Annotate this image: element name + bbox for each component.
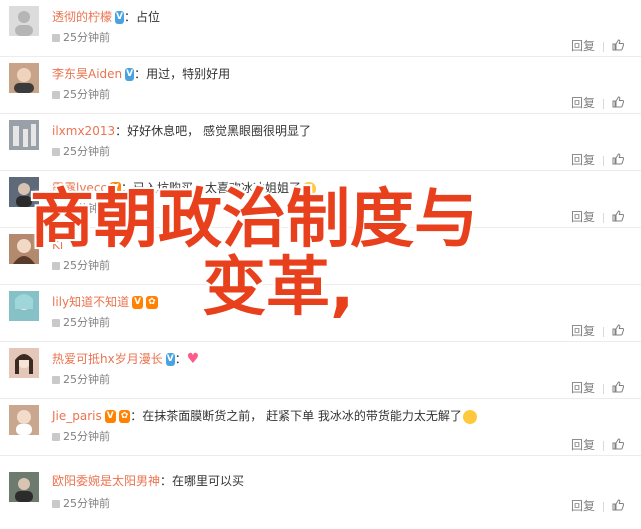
comment-item: 透彻的柠檬 V：占位 25分钟前 回复 bbox=[0, 0, 641, 57]
avatar[interactable] bbox=[9, 120, 39, 150]
device-icon bbox=[52, 500, 60, 508]
overlay-title: 商朝政治制度与 变革, bbox=[30, 185, 630, 323]
timestamp: 25分钟前 bbox=[63, 497, 110, 510]
comment-time: 25分钟前 bbox=[52, 496, 110, 512]
comment-text: 用过，特别好用 bbox=[146, 67, 231, 81]
reply-button[interactable]: 回复 bbox=[571, 499, 595, 513]
comment-text: 占位 bbox=[136, 10, 161, 24]
comment-actions: 回复 bbox=[571, 498, 628, 514]
reply-button[interactable]: 回复 bbox=[571, 153, 595, 167]
reply-button[interactable]: 回复 bbox=[571, 438, 595, 452]
comment-item: 热爱可抵hx岁月漫长 V：♥ 25分钟前 回复 bbox=[0, 342, 641, 399]
comment-actions: 回复 bbox=[571, 152, 628, 168]
comment-text: 在抹茶面膜断货之前， 赶紧下单 我冰冰的带货能力太无解了 bbox=[142, 409, 462, 423]
comment-header: ilxmx2013：好好休息吧， 感觉黑眼圈很明显了 bbox=[52, 122, 635, 140]
reply-button[interactable]: 回复 bbox=[571, 324, 595, 338]
reply-button[interactable]: 回复 bbox=[571, 381, 595, 395]
divider bbox=[603, 383, 604, 394]
timestamp: 25分钟前 bbox=[63, 88, 110, 101]
comment-actions: 回复 bbox=[571, 95, 628, 111]
comment-item: ilxmx2013：好好休息吧， 感觉黑眼圈很明显了 25分钟前 回复 bbox=[0, 114, 641, 171]
verified-badge: V bbox=[115, 11, 124, 24]
colon: ： bbox=[134, 67, 147, 81]
device-icon bbox=[52, 376, 60, 384]
colon: ： bbox=[174, 352, 187, 366]
comment-header: 热爱可抵hx岁月漫长 V：♥ bbox=[52, 350, 635, 368]
timestamp: 25分钟前 bbox=[63, 145, 110, 158]
device-icon bbox=[52, 34, 60, 42]
comment-time: 25分钟前 bbox=[52, 30, 110, 46]
comment-header: 欧阳委婉是太阳男神：在哪里可以买 bbox=[52, 472, 635, 490]
username-link[interactable]: ilxmx2013 bbox=[52, 124, 115, 138]
comment-actions: 回复 bbox=[571, 323, 628, 339]
like-icon[interactable] bbox=[612, 323, 625, 340]
comment-time: 25分钟前 bbox=[52, 372, 110, 388]
comment-header: 透彻的柠檬 V：占位 bbox=[52, 8, 635, 26]
comment-actions: 回复 bbox=[571, 437, 628, 453]
reply-button[interactable]: 回复 bbox=[571, 39, 595, 53]
divider bbox=[603, 501, 604, 512]
reply-button[interactable]: 回复 bbox=[571, 96, 595, 110]
device-icon bbox=[52, 433, 60, 441]
comment-item: 欧阳委婉是太阳男神：在哪里可以买 25分钟前 回复 bbox=[0, 456, 641, 529]
username-link[interactable]: 李东昊Aiden bbox=[52, 67, 122, 81]
divider bbox=[603, 155, 604, 166]
like-icon[interactable] bbox=[612, 152, 625, 169]
avatar[interactable] bbox=[9, 6, 39, 36]
timestamp: 25分钟前 bbox=[63, 31, 110, 44]
vip-badge: V bbox=[104, 410, 116, 423]
comment-header: 李东昊Aiden V：用过，特别好用 bbox=[52, 65, 635, 83]
overlay-title-line1: 商朝政治制度与 bbox=[30, 183, 478, 257]
colon: ： bbox=[115, 124, 128, 138]
comment-text: 好好休息吧， 感觉黑眼圈很明显了 bbox=[127, 124, 311, 138]
fan-badge: ✿ bbox=[118, 410, 131, 423]
like-icon[interactable] bbox=[612, 437, 625, 454]
username-link[interactable]: 热爱可抵hx岁月漫长 bbox=[52, 352, 163, 366]
device-icon bbox=[52, 91, 60, 99]
comment-time: 25分钟前 bbox=[52, 87, 110, 103]
comment-header: Jie_paris V ✿ ：在抹茶面膜断货之前， 赶紧下单 我冰冰的带货能力太无解了 bbox=[52, 407, 635, 425]
comment-time: 25分钟前 bbox=[52, 429, 110, 445]
divider bbox=[603, 98, 604, 109]
overlay-title-line2: 变革, bbox=[202, 251, 355, 325]
avatar[interactable] bbox=[9, 63, 39, 93]
avatar[interactable] bbox=[9, 348, 39, 378]
timestamp: 25分钟前 bbox=[63, 373, 110, 386]
divider bbox=[603, 41, 604, 52]
username-link[interactable]: Jie_paris bbox=[52, 409, 102, 423]
like-icon[interactable] bbox=[612, 498, 625, 515]
username-link[interactable]: 透彻的柠檬 bbox=[52, 10, 112, 24]
heart-emoji-icon: ♥ bbox=[186, 351, 200, 367]
comment-item: 李东昊Aiden V：用过，特别好用 25分钟前 回复 bbox=[0, 57, 641, 114]
divider bbox=[603, 326, 604, 337]
like-icon[interactable] bbox=[612, 38, 625, 55]
timestamp: 25分钟前 bbox=[63, 430, 110, 443]
smile-emoji-icon bbox=[462, 409, 477, 424]
verified-badge: V bbox=[165, 353, 175, 366]
verified-badge: V bbox=[125, 68, 135, 81]
avatar[interactable] bbox=[9, 405, 39, 435]
comment-actions: 回复 bbox=[571, 380, 628, 396]
comment-text: 在哪里可以买 bbox=[172, 474, 245, 488]
comment-actions: 回复 bbox=[571, 38, 628, 54]
username-link[interactable]: 欧阳委婉是太阳男神 bbox=[52, 474, 160, 488]
colon: ： bbox=[123, 10, 136, 24]
like-icon[interactable] bbox=[612, 380, 625, 397]
avatar[interactable] bbox=[9, 472, 39, 502]
like-icon[interactable] bbox=[612, 95, 625, 112]
device-icon bbox=[52, 148, 60, 156]
colon: ： bbox=[160, 474, 173, 488]
comment-item: Jie_paris V ✿ ：在抹茶面膜断货之前， 赶紧下单 我冰冰的带货能力太无解了… bbox=[0, 399, 641, 456]
divider bbox=[603, 440, 604, 451]
colon: ： bbox=[130, 409, 143, 423]
comment-time: 25分钟前 bbox=[52, 144, 110, 160]
